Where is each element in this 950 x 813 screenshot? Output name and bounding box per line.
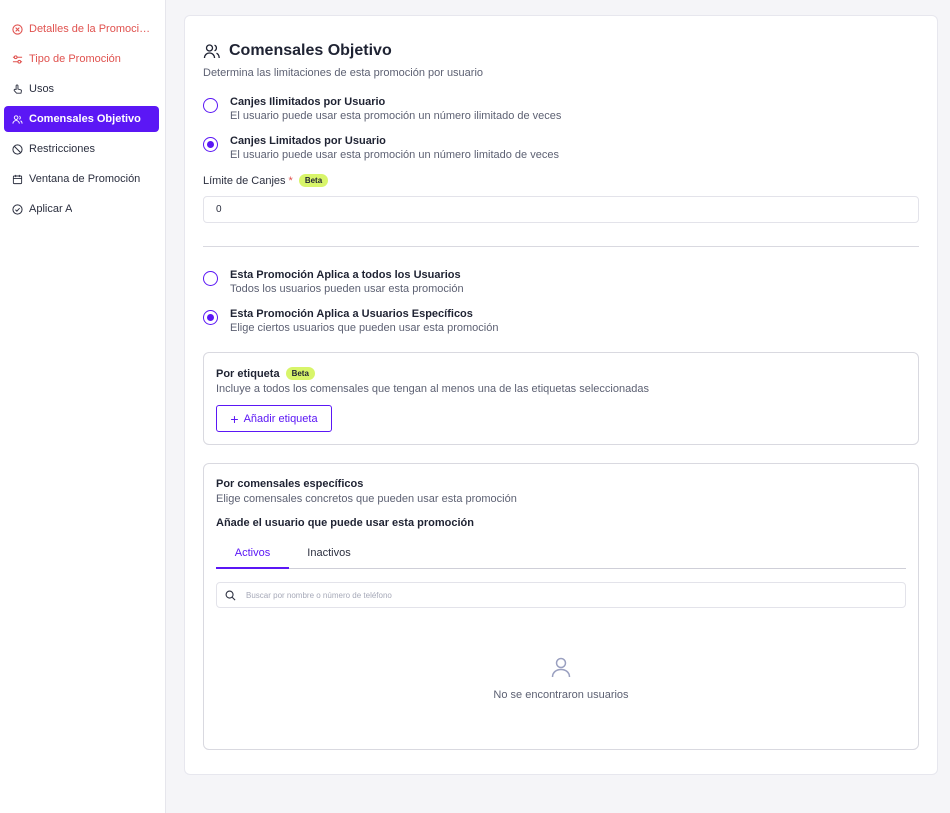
empty-state-text: No se encontraron usuarios: [493, 689, 629, 701]
sidebar-item-restricciones[interactable]: Restricciones: [4, 136, 159, 162]
calendar-icon: [12, 174, 23, 184]
tab-inactivos[interactable]: Inactivos: [289, 542, 369, 569]
radio-title: Canjes Limitados por Usuario: [230, 135, 386, 147]
radio-todos-usuarios[interactable]: Esta Promoción Aplica a todos los Usuari…: [203, 268, 464, 297]
radio-button[interactable]: [203, 271, 218, 286]
radio-button[interactable]: [203, 310, 218, 325]
by-diner-panel: Por comensales específicos Elige comensa…: [203, 463, 919, 750]
radio-canjes-limitados[interactable]: Canjes Limitados por Usuario El usuario …: [203, 134, 559, 163]
sidebar-item-aplicar[interactable]: Aplicar A: [4, 196, 159, 222]
sidebar: Detalles de la Promoción Tipo de Promoci…: [0, 0, 166, 813]
radio-description: El usuario puede usar esta promoción un …: [230, 110, 562, 122]
add-tag-button[interactable]: + Añadir etiqueta: [216, 405, 332, 432]
check-circle-icon: [12, 203, 23, 215]
sidebar-item-label: Detalles de la Promoción: [29, 23, 151, 35]
sidebar-item-ventana[interactable]: Ventana de Promoción: [4, 166, 159, 192]
section-header: Comensales Objetivo: [203, 42, 392, 60]
sidebar-item-label: Tipo de Promoción: [29, 53, 121, 65]
radio-usuarios-especificos[interactable]: Esta Promoción Aplica a Usuarios Específ…: [203, 307, 498, 336]
ban-icon: [12, 143, 23, 155]
sidebar-item-detalles[interactable]: Detalles de la Promoción: [4, 16, 159, 42]
sidebar-item-label: Aplicar A: [29, 203, 73, 215]
sidebar-item-usos[interactable]: Usos: [4, 76, 159, 102]
sidebar-item-comensales[interactable]: Comensales Objetivo: [4, 106, 159, 132]
radio-description: Elige ciertos usuarios que pueden usar e…: [230, 322, 499, 334]
users-icon: [12, 114, 23, 124]
search-input[interactable]: [246, 590, 886, 600]
plus-icon: +: [230, 410, 239, 427]
user-icon: [551, 657, 571, 678]
page-title: Comensales Objetivo: [229, 42, 392, 59]
sidebar-item-tipo[interactable]: Tipo de Promoción: [4, 46, 159, 72]
hand-pointer-icon: [13, 83, 22, 94]
by-tag-description: Incluye a todos los comensales que tenga…: [216, 383, 649, 395]
required-mark: *: [288, 174, 293, 187]
radio-title: Esta Promoción Aplica a todos los Usuari…: [230, 269, 461, 281]
beta-badge: Beta: [285, 367, 315, 380]
beta-badge: Beta: [298, 174, 329, 187]
empty-state: No se encontraron usuarios: [204, 656, 918, 701]
users-icon: [203, 44, 220, 59]
radio-description: El usuario puede usar esta promoción un …: [230, 149, 559, 161]
status-tabs: Activos Inactivos: [216, 542, 906, 569]
error-circle-icon: [12, 23, 23, 35]
limit-label: Límite de Canjes: [203, 174, 286, 187]
divider: [203, 246, 919, 247]
search-bar: [216, 582, 906, 608]
tab-activos[interactable]: Activos: [216, 542, 289, 569]
sidebar-item-label: Usos: [29, 83, 55, 95]
by-diner-description: Elige comensales concretos que pueden us…: [216, 493, 517, 505]
radio-button[interactable]: [203, 137, 218, 152]
radio-canjes-ilimitados[interactable]: Canjes Ilimitados por Usuario El usuario…: [203, 95, 561, 124]
by-tag-title: Por etiqueta: [216, 367, 280, 380]
by-tag-title-row: Por etiqueta Beta: [216, 367, 315, 380]
sidebar-item-label: Comensales Objetivo: [29, 113, 141, 125]
sidebar-item-label: Ventana de Promoción: [29, 173, 141, 185]
limit-input[interactable]: 0: [203, 196, 919, 223]
limit-label-row: Límite de Canjes * Beta: [203, 174, 329, 187]
sliders-icon: [12, 54, 23, 64]
by-tag-panel: Por etiqueta Beta Incluye a todos los co…: [203, 352, 919, 445]
by-diner-subheading: Añade el usuario que puede usar esta pro…: [216, 517, 474, 529]
radio-description: Todos los usuarios pueden usar esta prom…: [230, 283, 464, 295]
search-icon: [225, 590, 236, 600]
radio-title: Canjes Ilimitados por Usuario: [230, 96, 386, 108]
comensales-card: Comensales Objetivo Determina las limita…: [184, 15, 938, 775]
sidebar-item-label: Restricciones: [29, 143, 96, 155]
add-tag-label: Añadir etiqueta: [243, 412, 318, 425]
radio-title: Esta Promoción Aplica a Usuarios Específ…: [230, 308, 473, 320]
radio-button[interactable]: [203, 98, 218, 113]
page-subtitle: Determina las limitaciones de esta promo…: [203, 67, 484, 79]
by-diner-title: Por comensales específicos: [216, 478, 364, 490]
